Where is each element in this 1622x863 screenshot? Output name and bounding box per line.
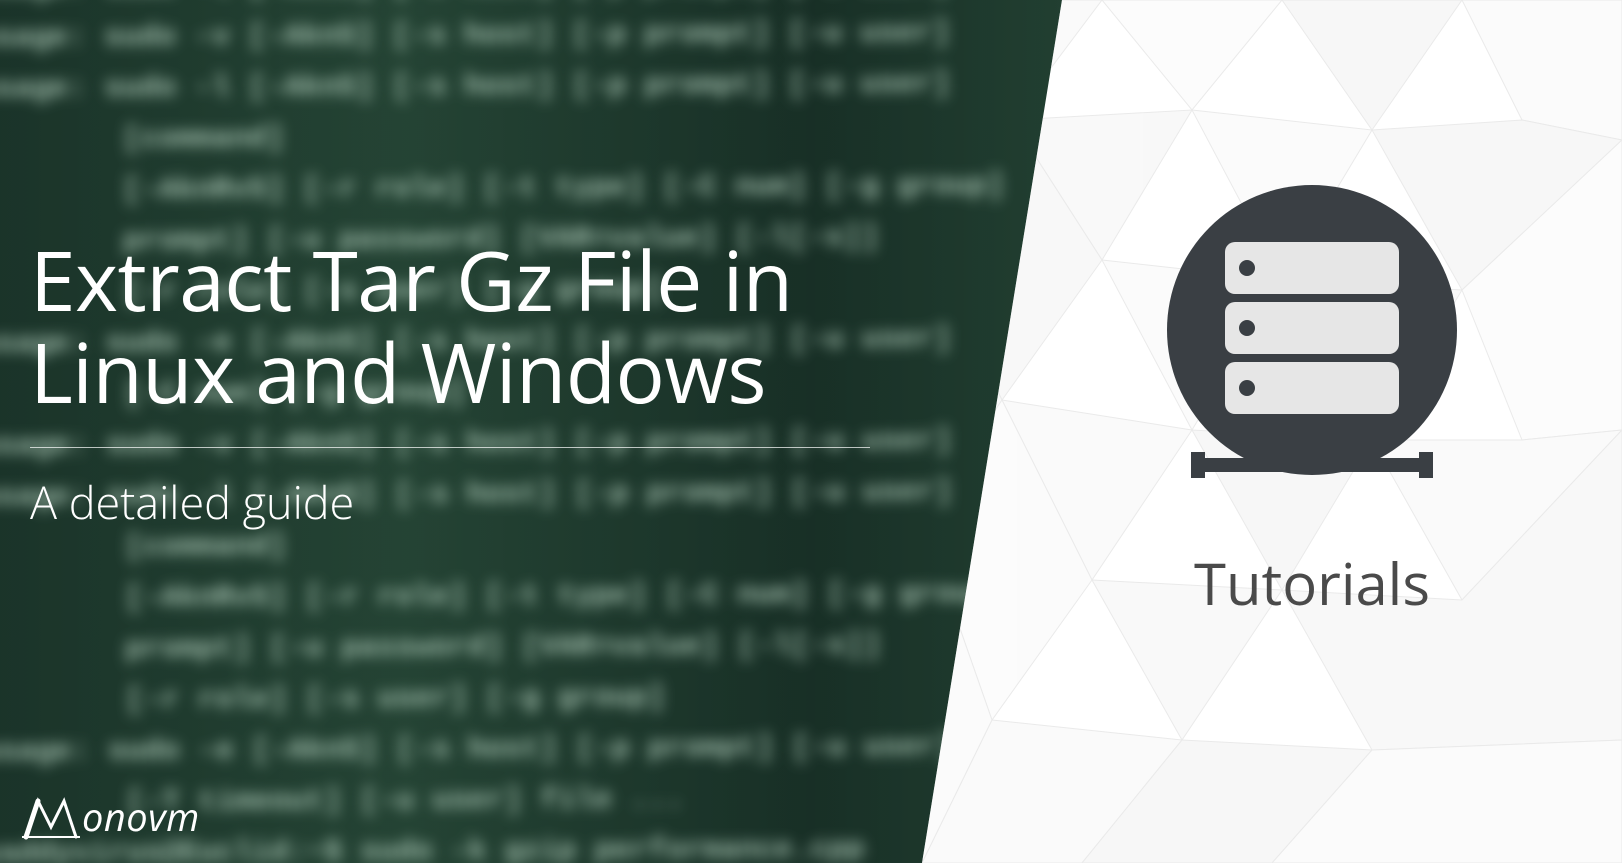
heading-block: Extract Tar Gz File in Linux and Windows…: [30, 235, 870, 533]
right-content: Tutorials: [1102, 180, 1522, 622]
title-divider: [30, 447, 870, 448]
brand-logo: onovm: [22, 791, 200, 843]
tutorial-banner: usage: sudo -l [-AknS] [-s host] [-p pro…: [0, 0, 1622, 863]
subtitle: A detailed guide: [30, 472, 870, 533]
main-title: Extract Tar Gz File in Linux and Windows: [30, 235, 870, 419]
brand-mark-icon: [22, 793, 80, 841]
tutorials-label: Tutorials: [1194, 543, 1430, 622]
brand-text: onovm: [82, 791, 200, 843]
server-icon: [1147, 180, 1477, 515]
title-line-2: Linux and Windows: [30, 316, 766, 428]
